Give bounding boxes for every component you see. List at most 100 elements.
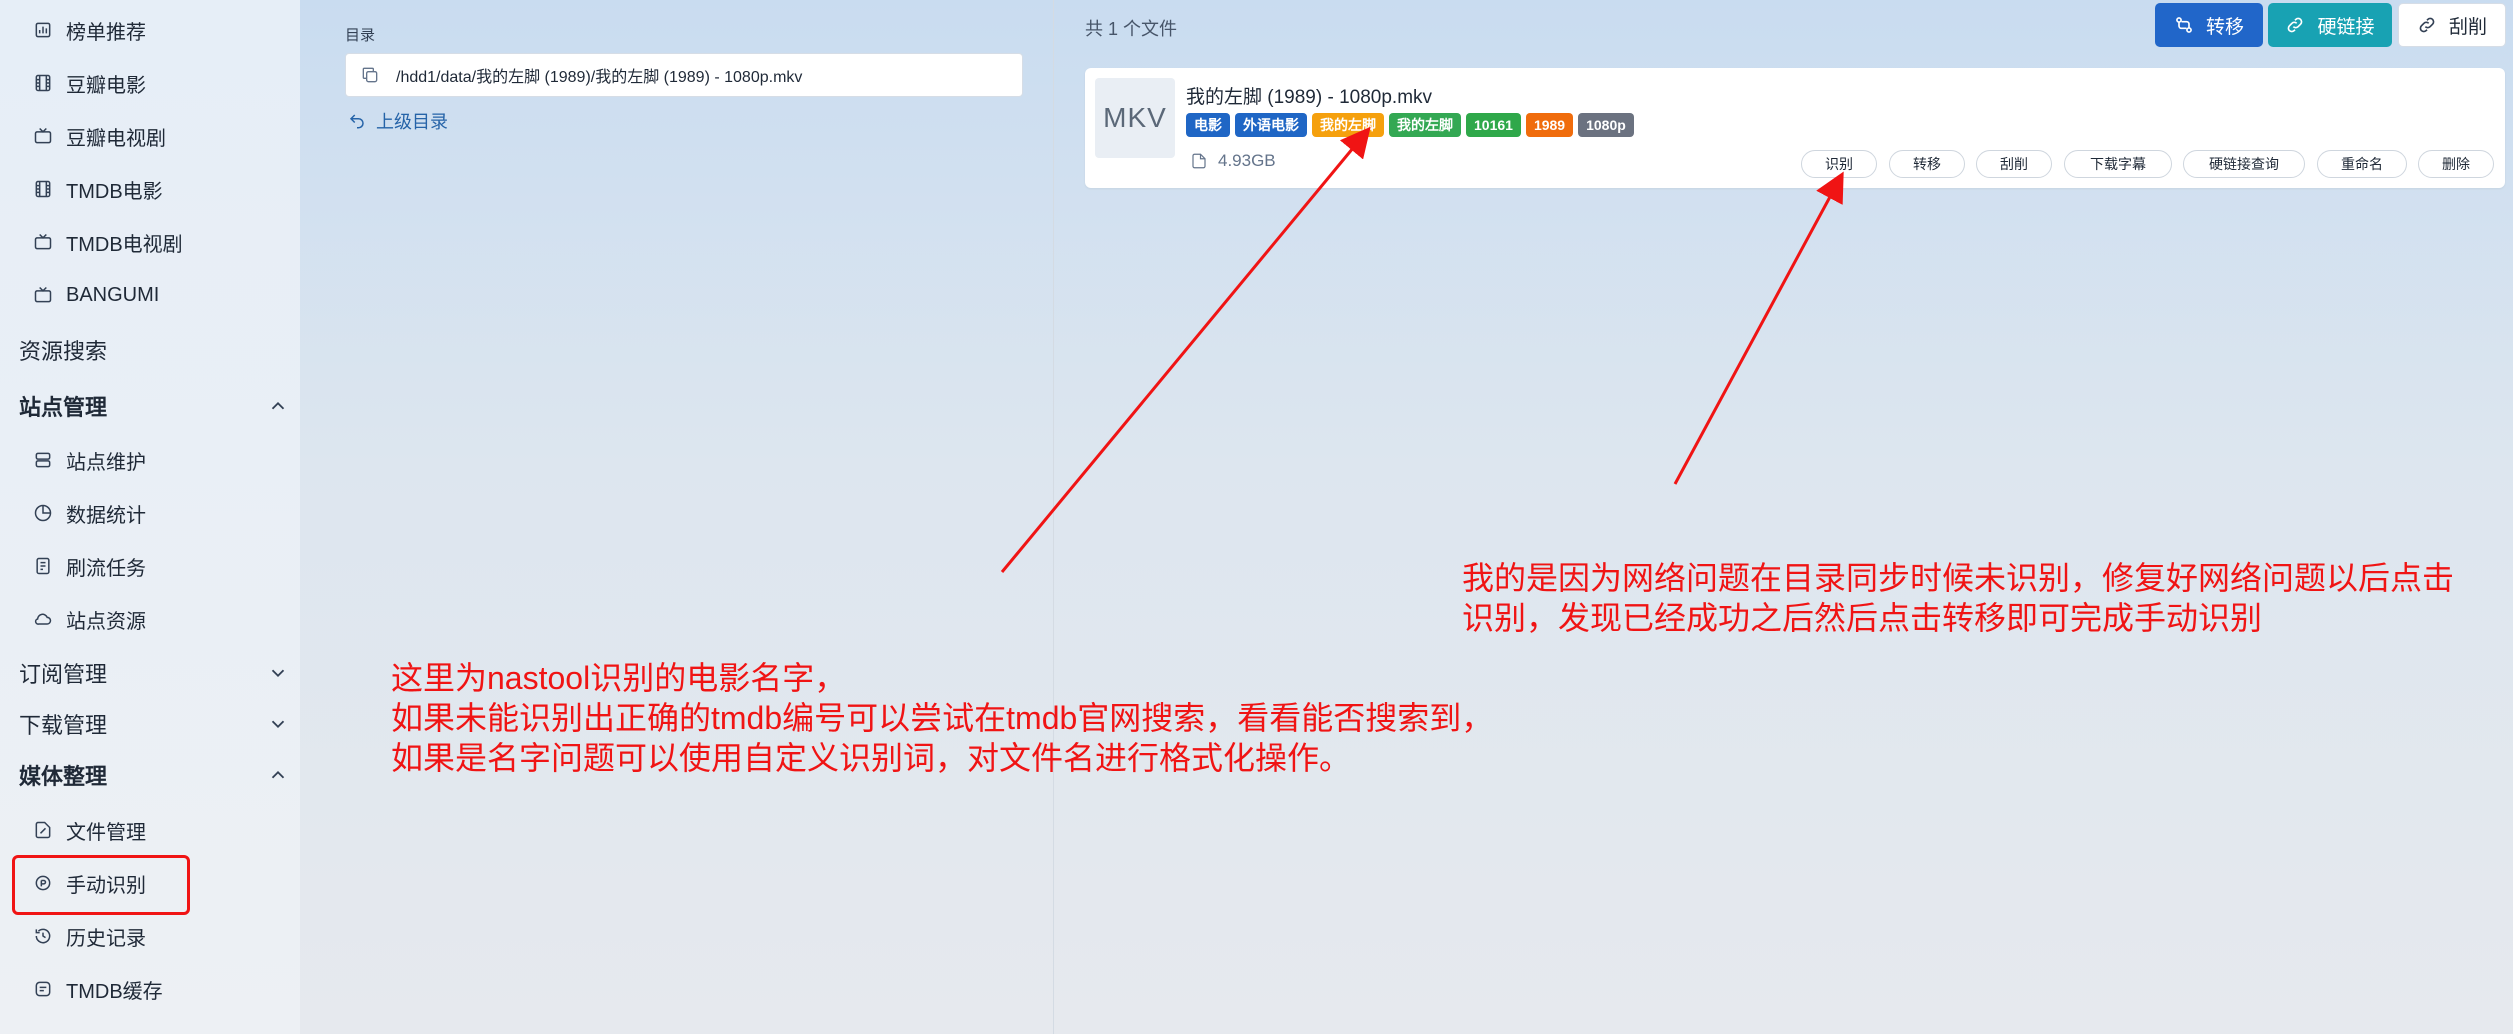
sidebar-item-brush-tasks[interactable]: 刷流任务 bbox=[32, 549, 146, 583]
sidebar-section-label: 站点管理 bbox=[19, 395, 108, 420]
chevron-up-icon bbox=[267, 764, 289, 786]
sidebar-item-douban-movie[interactable]: 豆瓣电影 bbox=[32, 66, 146, 100]
sidebar-section-label: 下载管理 bbox=[19, 713, 108, 738]
hardlink-button[interactable]: 硬链接 bbox=[2268, 3, 2392, 47]
chevron-up-icon bbox=[267, 395, 289, 417]
server-icon bbox=[32, 449, 54, 471]
file-icon bbox=[1192, 153, 1206, 169]
copy-icon bbox=[360, 65, 380, 85]
hardlink-query-button[interactable]: 硬链接查询 bbox=[2183, 150, 2305, 178]
rename-button[interactable]: 重命名 bbox=[2317, 150, 2407, 178]
delete-button[interactable]: 删除 bbox=[2418, 150, 2494, 178]
directory-path-text: /hdd1/data/我的左脚 (1989)/我的左脚 (1989) - 108… bbox=[396, 69, 803, 86]
tv-icon bbox=[32, 284, 54, 306]
annotation-arrow-left bbox=[1000, 126, 1371, 573]
tag-badge: 电影 bbox=[1186, 113, 1230, 137]
file-size: 4.93GB bbox=[1190, 151, 1276, 171]
panel-divider bbox=[1053, 0, 1054, 1034]
file-scrape-button[interactable]: 刮削 bbox=[1976, 150, 2052, 178]
sidebar-item-label: 文件管理 bbox=[66, 821, 146, 844]
chevron-down-icon bbox=[267, 713, 289, 735]
download-subtitle-button[interactable]: 下载字幕 bbox=[2064, 150, 2172, 178]
annotation-note-right: 我的是因为网络问题在目录同步时候未识别，修复好网络问题以后点击 识别，发现已经成… bbox=[1462, 558, 2454, 638]
transfer-button-label: 转移 bbox=[2205, 16, 2244, 38]
transfer-icon bbox=[2176, 17, 2192, 33]
sidebar-item-label: 站点资源 bbox=[66, 610, 146, 633]
file-edit-icon bbox=[32, 819, 54, 841]
annotation-note-left: 这里为nastool识别的电影名字， 如果未能识别出正确的tmdb编号可以尝试在… bbox=[391, 658, 1493, 778]
annotation-line: 如果是名字问题可以使用自定义识别词，对文件名进行格式化操作。 bbox=[391, 740, 1352, 776]
pie-chart-icon bbox=[32, 502, 54, 524]
sidebar-item-tmdb-movie[interactable]: TMDB电影 bbox=[32, 172, 163, 206]
tag-badge: 我的左脚 bbox=[1312, 113, 1384, 137]
file-size-value: 4.93GB bbox=[1218, 151, 1276, 170]
file-count: 共 1 个文件 bbox=[1085, 19, 1178, 39]
annotation-highlight-box bbox=[12, 855, 190, 915]
file-transfer-button[interactable]: 转移 bbox=[1889, 150, 1965, 178]
tag-badge: 1080p bbox=[1578, 113, 1634, 137]
sidebar-section-download[interactable]: 下载管理 bbox=[19, 706, 289, 742]
tv-icon bbox=[32, 231, 54, 253]
annotation-line: 我的是因为网络问题在目录同步时候未识别，修复好网络问题以后点击 bbox=[1462, 560, 2455, 596]
sidebar-item-label: TMDB缓存 bbox=[66, 980, 163, 1003]
film-icon bbox=[32, 72, 54, 94]
sidebar-item-tmdb-tv[interactable]: TMDB电视剧 bbox=[32, 225, 183, 259]
annotation-line: 这里为nastool识别的电影名字， bbox=[391, 660, 847, 696]
cloud-icon bbox=[32, 608, 54, 630]
link-icon bbox=[2288, 17, 2303, 33]
sidebar-item-label: 豆瓣电视剧 bbox=[66, 127, 166, 150]
sidebar-item-chart-recommend[interactable]: 榜单推荐 bbox=[32, 13, 146, 47]
sidebar-item-bangumi[interactable]: BANGUMI bbox=[32, 278, 159, 312]
directory-path-field[interactable]: /hdd1/data/我的左脚 (1989)/我的左脚 (1989) - 108… bbox=[345, 53, 1023, 97]
sidebar-section-sites[interactable]: 站点管理 bbox=[19, 388, 289, 424]
file-tags: 电影 外语电影 我的左脚 我的左脚 10161 1989 1080p bbox=[1186, 113, 1634, 137]
file-card[interactable]: MKV 我的左脚 (1989) - 1080p.mkv 电影 外语电影 我的左脚… bbox=[1085, 68, 2505, 188]
sidebar-item-label: TMDB电视剧 bbox=[66, 233, 183, 256]
sidebar-item-history[interactable]: 历史记录 bbox=[32, 919, 146, 953]
sidebar-resource-search[interactable]: 资源搜索 bbox=[19, 332, 289, 368]
sidebar-item-site-maintain[interactable]: 站点维护 bbox=[32, 443, 146, 477]
tag-badge: 10161 bbox=[1466, 113, 1521, 137]
annotation-arrow-right bbox=[1673, 171, 1844, 485]
chart-icon bbox=[32, 19, 54, 41]
back-arrow-icon bbox=[349, 114, 364, 129]
recognize-button[interactable]: 识别 bbox=[1801, 150, 1877, 178]
annotation-line: 识别，发现已经成功之后然后点击转移即可完成手动识别 bbox=[1462, 600, 2263, 636]
sidebar-item-data-stats[interactable]: 数据统计 bbox=[32, 496, 146, 530]
tv-icon bbox=[32, 125, 54, 147]
sidebar-section-subscribe[interactable]: 订阅管理 bbox=[19, 655, 289, 691]
tag-badge: 外语电影 bbox=[1235, 113, 1307, 137]
sidebar-section-label: 资源搜索 bbox=[19, 339, 108, 364]
sidebar-item-label: 刷流任务 bbox=[66, 557, 146, 580]
sidebar-section-label: 订阅管理 bbox=[19, 662, 108, 687]
file-type-thumbnail: MKV bbox=[1095, 78, 1175, 158]
checklist-icon bbox=[32, 555, 54, 577]
sidebar-item-label: 榜单推荐 bbox=[66, 21, 146, 44]
transfer-button[interactable]: 转移 bbox=[2155, 3, 2263, 47]
sidebar-item-label: 站点维护 bbox=[66, 451, 146, 474]
parent-directory-label: 上级目录 bbox=[376, 112, 448, 132]
sidebar-item-label: TMDB电影 bbox=[66, 180, 163, 203]
history-icon bbox=[32, 925, 54, 947]
chevron-down-icon bbox=[267, 662, 289, 684]
sidebar-item-label: 豆瓣电影 bbox=[66, 74, 146, 97]
sidebar-section-label: 媒体整理 bbox=[19, 764, 108, 789]
parent-directory-link[interactable]: 上级目录 bbox=[348, 108, 448, 134]
sidebar-item-label: 历史记录 bbox=[66, 927, 146, 950]
hardlink-button-label: 硬链接 bbox=[2317, 16, 2375, 38]
sidebar-item-tmdb-cache[interactable]: TMDB缓存 bbox=[32, 972, 163, 1006]
tag-badge: 我的左脚 bbox=[1389, 113, 1461, 137]
directory-label: 目录 bbox=[345, 27, 376, 44]
sidebar-item-label: 数据统计 bbox=[66, 504, 146, 527]
file-name: 我的左脚 (1989) - 1080p.mkv bbox=[1186, 87, 1433, 108]
tag-badge: 1989 bbox=[1525, 113, 1574, 137]
scrape-button-label: 刮削 bbox=[2448, 16, 2487, 38]
sidebar-item-site-resources[interactable]: 站点资源 bbox=[32, 602, 146, 636]
sidebar-section-media[interactable]: 媒体整理 bbox=[19, 757, 289, 793]
cache-icon bbox=[32, 978, 54, 1000]
film-icon bbox=[32, 178, 54, 200]
link-icon bbox=[2419, 17, 2435, 33]
scrape-button[interactable]: 刮削 bbox=[2398, 3, 2506, 47]
sidebar-item-douban-tv[interactable]: 豆瓣电视剧 bbox=[32, 119, 166, 153]
sidebar-item-file-manage[interactable]: 文件管理 bbox=[32, 813, 146, 847]
